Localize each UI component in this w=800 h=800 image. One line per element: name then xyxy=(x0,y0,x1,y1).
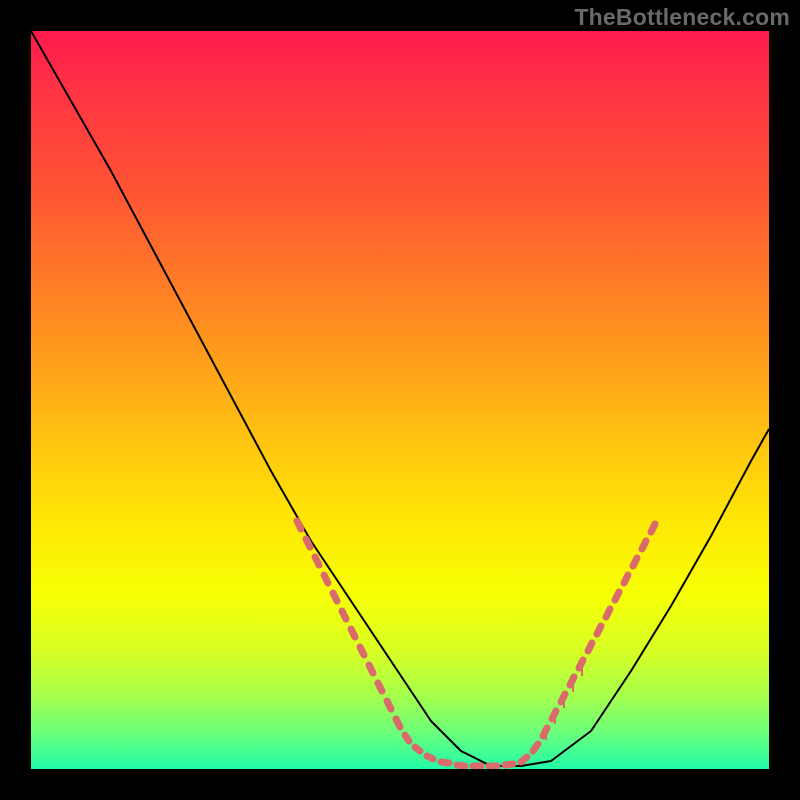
watermark-text: TheBottleneck.com xyxy=(574,4,790,31)
curve-line xyxy=(31,31,769,766)
chart-plot-area xyxy=(31,31,769,769)
highlighted-dash-region xyxy=(297,521,655,766)
chart-svg xyxy=(31,31,769,769)
